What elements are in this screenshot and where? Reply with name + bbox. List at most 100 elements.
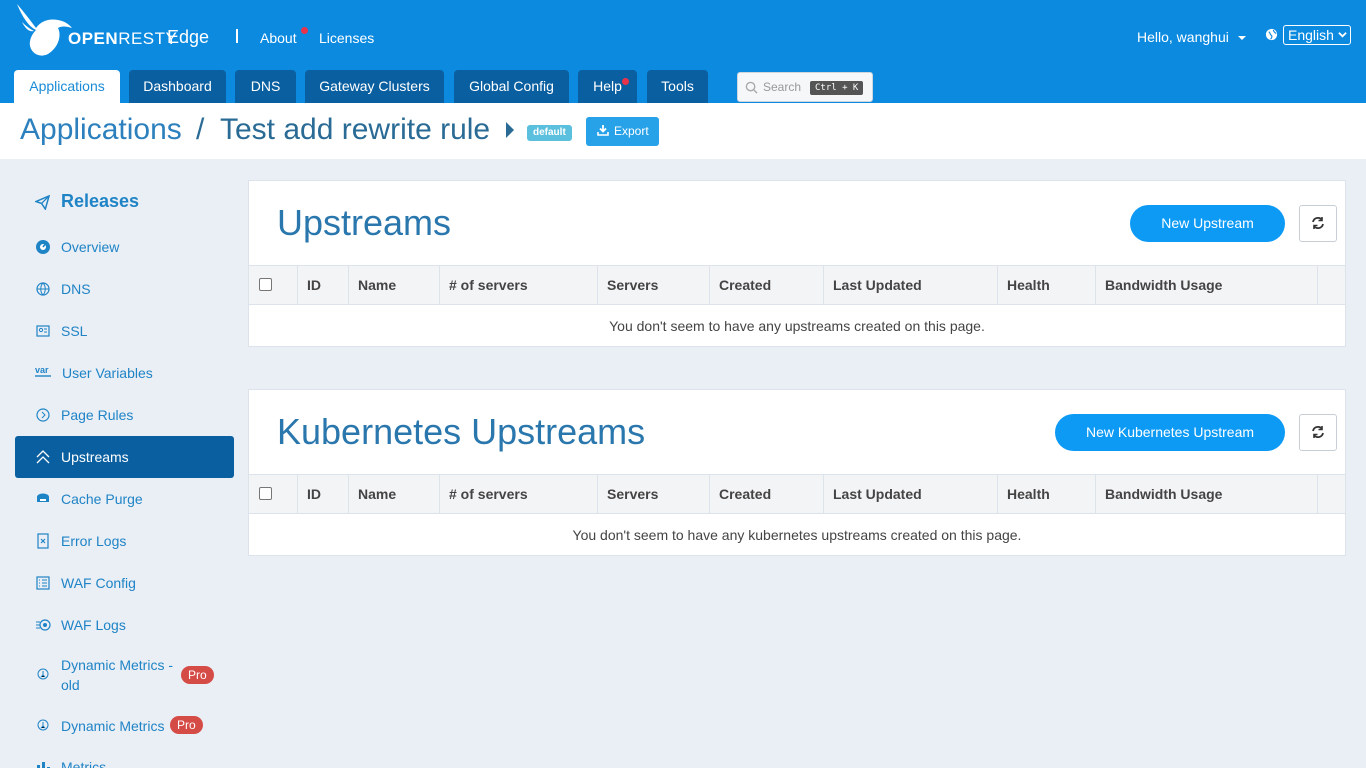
tab-dashboard[interactable]: Dashboard bbox=[129, 70, 226, 103]
sidebar-item-page-rules[interactable]: Page Rules bbox=[15, 394, 234, 436]
sidebar-item-label: WAF Logs bbox=[61, 617, 126, 633]
refresh-icon bbox=[1312, 426, 1324, 438]
refresh-k8s-upstreams-button[interactable] bbox=[1299, 414, 1337, 451]
tab-global-config[interactable]: Global Config bbox=[454, 70, 569, 103]
upstreams-title: Upstreams bbox=[277, 202, 452, 243]
language-selected: English bbox=[1288, 27, 1334, 43]
sidebar-item-metrics[interactable]: Metrics bbox=[15, 746, 234, 768]
app-switcher-caret-icon[interactable] bbox=[506, 122, 514, 138]
column-header-created[interactable]: Created bbox=[710, 266, 824, 304]
user-menu-caret-icon[interactable] bbox=[1238, 36, 1246, 40]
sidebar-item-label-line2: old bbox=[61, 677, 80, 693]
sidebar-item-error-logs[interactable]: Error Logs bbox=[15, 520, 234, 562]
chevron-down-icon bbox=[1338, 32, 1347, 38]
bar-chart-icon bbox=[37, 762, 50, 768]
new-k8s-upstream-button[interactable]: New Kubernetes Upstream bbox=[1055, 414, 1285, 451]
partition-badge: default bbox=[527, 125, 572, 141]
globe-icon bbox=[1265, 28, 1278, 41]
sidebar-item-user-variables[interactable]: var User Variables bbox=[15, 352, 234, 394]
header-divider bbox=[236, 29, 238, 43]
new-upstream-button[interactable]: New Upstream bbox=[1130, 205, 1285, 242]
cache-icon bbox=[37, 493, 49, 502]
column-header-health[interactable]: Health bbox=[998, 266, 1096, 304]
column-header-id[interactable]: ID bbox=[298, 475, 349, 513]
search-input[interactable]: Search Ctrl + K bbox=[737, 72, 873, 102]
product-name: Edge bbox=[167, 27, 210, 47]
sidebar-item-dynamic-metrics-old[interactable]: Dynamic Metrics - old Pro bbox=[15, 646, 234, 706]
k8s-upstreams-title: Kubernetes Upstreams bbox=[277, 411, 646, 452]
sidebar-item-ssl[interactable]: SSL bbox=[15, 310, 234, 352]
export-label: Export bbox=[614, 124, 649, 138]
globe-icon bbox=[36, 282, 50, 296]
pin-icon bbox=[37, 668, 49, 680]
sidebar-item-label: Upstreams bbox=[61, 449, 129, 465]
svg-text:var: var bbox=[35, 365, 49, 375]
column-header-bandwidth-usage[interactable]: Bandwidth Usage bbox=[1096, 475, 1318, 513]
column-header-server-count[interactable]: # of servers bbox=[440, 475, 598, 513]
help-notification-dot bbox=[622, 78, 629, 85]
sidebar-item-waf-logs[interactable]: WAF Logs bbox=[15, 604, 234, 646]
openresty-logo[interactable]: OPENRESTY bbox=[14, 2, 177, 58]
sidebar-item-label: WAF Config bbox=[61, 575, 136, 591]
refresh-icon bbox=[1312, 217, 1324, 229]
tab-help[interactable]: Help bbox=[578, 70, 637, 103]
error-logs-icon bbox=[37, 533, 49, 549]
select-all-checkbox[interactable] bbox=[249, 266, 298, 304]
column-header-name[interactable]: Name bbox=[349, 475, 440, 513]
column-header-bandwidth-usage[interactable]: Bandwidth Usage bbox=[1096, 266, 1318, 304]
about-link[interactable]: About bbox=[260, 30, 297, 46]
column-header-last-updated[interactable]: Last Updated bbox=[824, 266, 998, 304]
sidebar-item-dynamic-metrics[interactable]: Dynamic Metrics Pro bbox=[15, 705, 234, 747]
column-header-server-count[interactable]: # of servers bbox=[440, 266, 598, 304]
page-rules-icon bbox=[36, 408, 50, 422]
sidebar-item-label: Dynamic Metrics - bbox=[61, 657, 174, 673]
list-icon bbox=[36, 576, 50, 590]
column-header-id[interactable]: ID bbox=[298, 266, 349, 304]
page-title: Test add rewrite rule bbox=[220, 113, 491, 146]
var-icon: var bbox=[35, 365, 51, 377]
tab-tools[interactable]: Tools bbox=[647, 70, 708, 103]
export-button[interactable]: Export bbox=[586, 117, 659, 146]
select-all-checkbox[interactable] bbox=[249, 475, 298, 513]
user-menu[interactable]: Hello, wanghui bbox=[1137, 29, 1229, 45]
waf-logs-icon bbox=[36, 619, 51, 631]
language-select[interactable]: English bbox=[1283, 25, 1351, 45]
column-header-name[interactable]: Name bbox=[349, 266, 440, 304]
column-header-health[interactable]: Health bbox=[998, 475, 1096, 513]
column-header-servers[interactable]: Servers bbox=[598, 266, 710, 304]
sidebar-item-label: DNS bbox=[61, 281, 91, 297]
sidebar-item-waf-config[interactable]: WAF Config bbox=[15, 562, 234, 604]
sidebar-item-upstreams[interactable]: Upstreams bbox=[15, 436, 234, 478]
tab-gateway-clusters[interactable]: Gateway Clusters bbox=[305, 70, 444, 103]
sidebar-item-label: Page Rules bbox=[61, 407, 134, 423]
sidebar-heading-label: Releases bbox=[61, 191, 140, 211]
breadcrumb-applications-link[interactable]: Applications bbox=[20, 113, 182, 147]
k8s-upstreams-empty-message: You don't seem to have any kubernetes up… bbox=[572, 527, 1022, 543]
licenses-link[interactable]: Licenses bbox=[319, 30, 374, 46]
upstreams-empty-message: You don't seem to have any upstreams cre… bbox=[609, 318, 985, 334]
dashboard-icon bbox=[36, 240, 50, 254]
upstreams-table-header: ID Name # of servers Servers Created Las… bbox=[249, 265, 1345, 305]
certificate-icon bbox=[36, 325, 50, 337]
download-icon bbox=[597, 125, 609, 136]
column-header-created[interactable]: Created bbox=[710, 475, 824, 513]
breadcrumb-separator: / bbox=[196, 113, 205, 146]
sidebar-item-label: Error Logs bbox=[61, 533, 127, 549]
sidebar-item-dns[interactable]: DNS bbox=[15, 268, 234, 310]
refresh-upstreams-button[interactable] bbox=[1299, 205, 1337, 242]
tab-dns[interactable]: DNS bbox=[235, 70, 296, 103]
tab-applications[interactable]: Applications bbox=[14, 70, 120, 103]
search-shortcut-hint: Ctrl + K bbox=[810, 81, 864, 95]
sidebar-item-label: Overview bbox=[61, 239, 120, 255]
column-header-last-updated[interactable]: Last Updated bbox=[824, 475, 998, 513]
search-icon bbox=[745, 81, 758, 94]
pro-badge: Pro bbox=[181, 666, 214, 684]
breadcrumb: Applications / Test add rewrite rule def… bbox=[0, 103, 1366, 159]
brand-name: OPENRESTY bbox=[68, 29, 178, 48]
sidebar-item-overview[interactable]: Overview bbox=[15, 226, 234, 268]
sidebar-item-cache-purge[interactable]: Cache Purge bbox=[15, 478, 234, 520]
sidebar-item-label: Dynamic Metrics bbox=[61, 718, 165, 734]
upstreams-icon bbox=[36, 450, 50, 464]
column-header-servers[interactable]: Servers bbox=[598, 475, 710, 513]
hummingbird-logo-icon bbox=[17, 4, 72, 56]
